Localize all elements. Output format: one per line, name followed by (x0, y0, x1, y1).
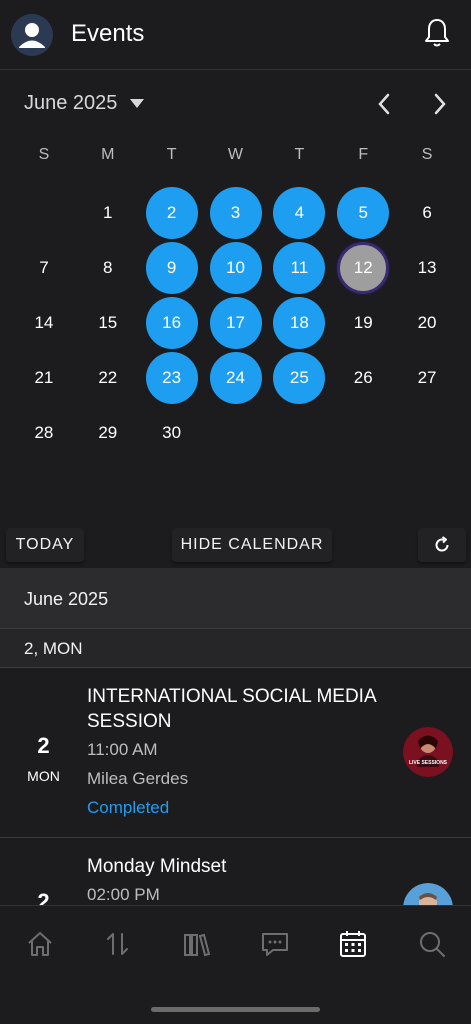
calendar-actions: TODAY HIDE CALENDAR (0, 526, 471, 566)
list-month-label: June 2025 (24, 589, 109, 609)
weekday-label: F (358, 146, 369, 163)
calendar-day[interactable]: 3 (209, 187, 262, 239)
list-day-header: 2, MON (0, 628, 471, 668)
event-card[interactable]: 2 Monday Mindset 02:00 PM (0, 839, 471, 905)
event-title: Monday Mindset (87, 856, 227, 877)
calendar-day[interactable]: 6 (401, 187, 453, 239)
calendar-day[interactable]: 9 (145, 242, 198, 294)
weekday-label: S (38, 146, 50, 163)
calendar-day[interactable]: 16 (145, 297, 198, 349)
weekday-header-row: SMTWTFS (12, 146, 459, 170)
event-thumbnail (403, 883, 453, 905)
calendar-day[interactable]: 1 (82, 187, 134, 239)
app-header: Events (0, 0, 471, 70)
calendar-day[interactable]: 2 (145, 187, 198, 239)
event-day-of-week: MON (27, 768, 60, 784)
weekday-label: T (166, 146, 177, 163)
search-icon[interactable] (416, 928, 448, 960)
event-time: 11:00 AM (87, 740, 158, 759)
weekday-label: M (101, 146, 115, 163)
calendar-day[interactable]: 13 (401, 242, 453, 294)
event-status: Completed (87, 798, 170, 817)
bell-icon[interactable] (421, 16, 453, 50)
month-selector[interactable]: June 2025 (24, 92, 117, 115)
calendar-day[interactable]: 8 (82, 242, 134, 294)
event-time: 02:00 PM (87, 885, 160, 904)
calendar-day[interactable]: 5 (337, 187, 390, 239)
event-card[interactable]: 2 MON INTERNATIONAL SOCIAL MEDIA SESSION… (0, 669, 471, 838)
home-indicator (151, 1007, 320, 1012)
refresh-icon (435, 536, 449, 552)
event-host: Milea Gerdes (87, 769, 189, 788)
library-icon[interactable] (181, 928, 213, 960)
calendar-day[interactable]: 10 (209, 242, 262, 294)
weekday-label: S (421, 146, 433, 163)
transfer-icon[interactable] (102, 928, 134, 960)
calendar-day[interactable]: 11 (273, 242, 326, 294)
calendar-day[interactable]: 14 (18, 297, 70, 349)
calendar-day[interactable]: 29 (82, 407, 134, 459)
calendar-grid: 1 2 3 4 5 6 7 8 9 10 11 12 13 14 15 16 17 18 19 20 21 22 23 24 2… (12, 186, 459, 461)
avatar[interactable] (11, 14, 53, 56)
calendar-day[interactable]: 19 (337, 297, 389, 349)
caret-down-icon[interactable] (130, 99, 144, 108)
thumbnail-caption: LIVE SESSIONS (409, 760, 448, 766)
list-day-label: 2, MON (24, 639, 83, 658)
home-icon[interactable] (24, 928, 56, 960)
calendar-day[interactable]: 15 (82, 297, 134, 349)
calendar-icon[interactable] (337, 928, 369, 960)
calendar-day[interactable]: 26 (337, 352, 389, 404)
refresh-button[interactable] (418, 528, 466, 562)
calendar-day[interactable]: 4 (273, 187, 326, 239)
weekday-label: W (227, 146, 244, 163)
calendar-day[interactable]: 22 (82, 352, 134, 404)
weekday-label: T (294, 146, 305, 163)
user-icon (11, 14, 53, 56)
event-day-number: 2 (37, 733, 50, 758)
event-thumbnail: LIVE SESSIONS (403, 727, 453, 777)
calendar-day[interactable]: 27 (401, 352, 453, 404)
calendar-day[interactable]: 30 (146, 407, 198, 459)
calendar-day[interactable]: 25 (273, 352, 326, 404)
calendar-day[interactable]: 20 (401, 297, 453, 349)
event-title: INTERNATIONAL SOCIAL MEDIA SESSION (87, 686, 376, 732)
calendar-day-selected[interactable]: 12 (337, 242, 390, 294)
calendar-day[interactable]: 24 (209, 352, 262, 404)
chat-icon[interactable] (259, 928, 291, 960)
chevron-right-icon[interactable] (428, 90, 452, 118)
calendar-day[interactable]: 28 (18, 407, 70, 459)
month-navigation: June 2025 (0, 82, 471, 126)
calendar-day[interactable]: 18 (273, 297, 326, 349)
host-photo-image (403, 883, 453, 905)
event-day-number: 2 (37, 889, 50, 905)
calendar-day[interactable]: 23 (145, 352, 198, 404)
calendar-day[interactable]: 17 (209, 297, 262, 349)
live-session-thumbnail-image: LIVE SESSIONS (403, 727, 453, 777)
today-button[interactable]: TODAY (6, 528, 84, 562)
calendar-day[interactable]: 21 (18, 352, 70, 404)
calendar-day[interactable]: 7 (18, 242, 70, 294)
list-month-header: June 2025 (0, 568, 471, 628)
hide-calendar-button[interactable]: HIDE CALENDAR (172, 528, 332, 562)
page-title: Events (71, 20, 145, 47)
chevron-left-icon[interactable] (372, 90, 396, 118)
